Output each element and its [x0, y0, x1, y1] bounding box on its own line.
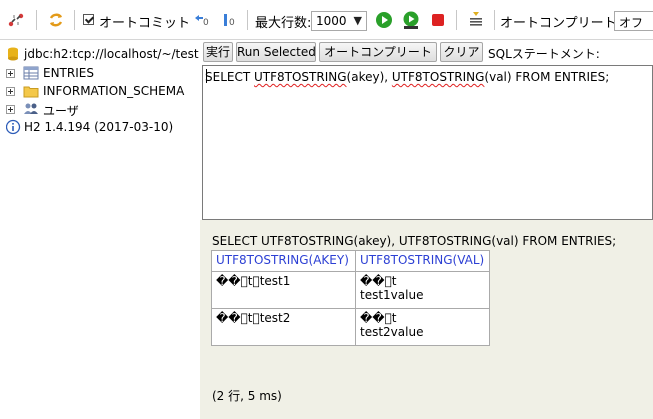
table-row: �� t test1 �� t test1value [211, 271, 490, 309]
version-text: H2 1.4.194 (2017-03-10) [24, 120, 174, 134]
table-cell: �� t test2 [211, 308, 356, 346]
run-button[interactable]: 実行 [203, 42, 233, 62]
history-icon[interactable] [466, 10, 486, 30]
column-header-akey[interactable]: UTF8TOSTRING(AKEY) [211, 250, 356, 272]
autocomplete-button[interactable]: オートコンプリート [319, 42, 437, 62]
tree-item-label: ENTRIES [43, 66, 94, 80]
svg-text:0: 0 [229, 18, 235, 28]
misspelled-word: UTF8TOSTRING [254, 70, 347, 84]
result-panel: SELECT UTF8TOSTRING(akey), UTF8TOSTRING(… [200, 220, 653, 419]
table-row: �� t test2 �� t test2value [211, 308, 490, 346]
editor-toolbar: 実行 Run Selected オートコンプリート クリア SQLステートメント… [200, 40, 653, 64]
folder-icon [23, 83, 39, 99]
object-tree: jdbc:h2:tcp://localhost/~/test ENTRIES I… [0, 40, 200, 419]
expand-icon[interactable] [6, 69, 15, 78]
run-selected-button[interactable]: Run Selected [236, 42, 316, 62]
database-icon [6, 46, 22, 62]
column-header-val[interactable]: UTF8TOSTRING(VAL) [355, 250, 490, 272]
result-status: (2 行, 5 ms) [212, 389, 282, 403]
refresh-icon[interactable] [46, 10, 66, 30]
max-rows-label: 最大行数: [255, 16, 312, 31]
expand-icon[interactable] [6, 105, 15, 114]
table-icon [23, 65, 39, 81]
tree-item-label: INFORMATION_SCHEMA [43, 84, 185, 98]
tree-item-label: ユーザ [43, 104, 79, 118]
max-rows-value: 1000 [316, 14, 347, 28]
autocomplete-mode-value: オフ [619, 16, 644, 30]
table-cell: �� t test1value [355, 271, 490, 309]
expand-icon[interactable] [6, 87, 15, 96]
autocomplete-mode-select[interactable]: オフ [614, 11, 653, 31]
sql-editor[interactable]: SELECT UTF8TOSTRING(akey), UTF8TOSTRING(… [202, 65, 653, 220]
users-icon [23, 101, 39, 117]
sql-statement-label: SQLステートメント: [488, 47, 600, 61]
info-icon [5, 119, 22, 135]
stop-icon[interactable] [428, 10, 448, 30]
table-cell: �� t test1 [211, 271, 356, 309]
main-panel: 実行 Run Selected オートコンプリート クリア SQLステートメント… [200, 40, 653, 419]
commit-icon[interactable]: 0 [220, 10, 240, 30]
clear-button[interactable]: クリア [440, 42, 483, 62]
result-table: UTF8TOSTRING(AKEY) UTF8TOSTRING(VAL) �� … [211, 250, 490, 346]
toolbar: オートコミット 0 0 最大行数: 1000 ▼ オートコンプリート オフ [0, 0, 653, 40]
table-header-row: UTF8TOSTRING(AKEY) UTF8TOSTRING(VAL) [211, 250, 490, 272]
table-cell: �� t test2value [355, 308, 490, 346]
rollback-icon[interactable]: 0 [192, 10, 212, 30]
misspelled-word: UTF8TOSTRING [391, 70, 485, 84]
max-rows-select[interactable]: 1000 ▼ [311, 11, 367, 31]
svg-text:0: 0 [203, 18, 209, 28]
connection-url: jdbc:h2:tcp://localhost/~/test [24, 47, 199, 61]
run-icon[interactable] [374, 10, 394, 30]
autocomplete-mode-label: オートコンプリート [500, 16, 617, 31]
autocommit-label: オートコミット [99, 16, 191, 31]
autocommit-checkbox[interactable] [83, 14, 94, 25]
chevron-down-icon: ▼ [353, 14, 362, 27]
sql-text: SELECT UTF8TOSTRING(akey), UTF8TOSTRING(… [205, 70, 610, 84]
result-query: SELECT UTF8TOSTRING(akey), UTF8TOSTRING(… [212, 234, 617, 248]
disconnect-icon[interactable] [6, 10, 26, 30]
run-selected-icon[interactable] [401, 10, 421, 30]
